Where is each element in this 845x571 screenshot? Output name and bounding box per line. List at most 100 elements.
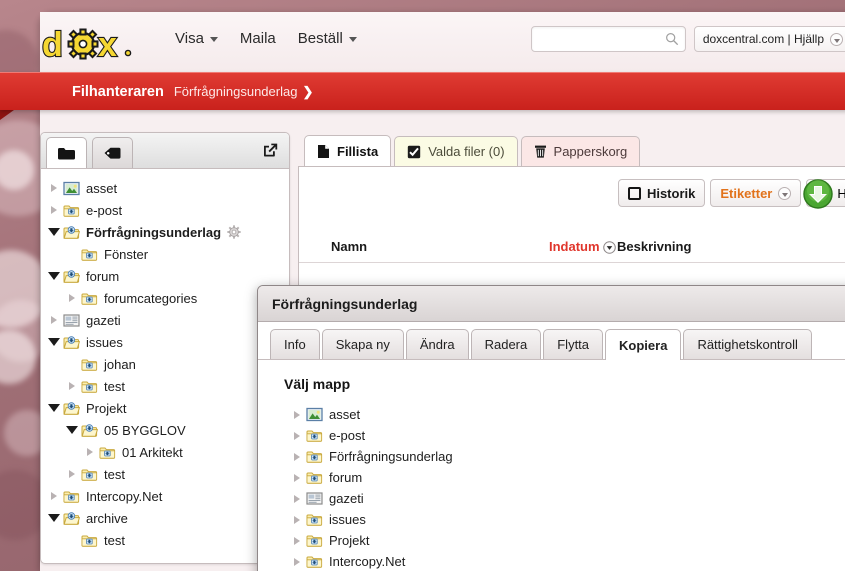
tree-node-icon bbox=[61, 489, 81, 504]
folder-settings-button[interactable] bbox=[227, 225, 241, 239]
dialog-tab-skapa-ny[interactable]: Skapa ny bbox=[321, 329, 404, 359]
tree-twisty-expanded[interactable] bbox=[47, 514, 61, 522]
tree-twisty-collapsed[interactable] bbox=[290, 494, 304, 503]
popout-button[interactable] bbox=[262, 142, 279, 164]
tree-node[interactable]: forumcategories bbox=[41, 287, 289, 309]
tree-twisty-collapsed[interactable] bbox=[65, 470, 79, 478]
collapse-arrow-icon bbox=[66, 426, 78, 434]
tree-node-label: Förfrågningsunderlag bbox=[86, 224, 222, 240]
tree-node[interactable]: Fönster bbox=[41, 243, 289, 265]
tree-node-icon bbox=[61, 225, 81, 240]
tree-twisty-expanded[interactable] bbox=[47, 228, 61, 236]
dialog-tab-kopiera[interactable]: Kopiera bbox=[605, 329, 682, 360]
dialog-tab-label: Radera bbox=[484, 337, 528, 352]
tree-twisty-expanded[interactable] bbox=[47, 272, 61, 280]
news-icon bbox=[305, 492, 323, 505]
tree-node[interactable]: archive bbox=[41, 507, 289, 529]
expand-arrow-icon bbox=[69, 382, 75, 390]
tree-twisty-expanded[interactable] bbox=[47, 404, 61, 412]
file-tab-papperskorg[interactable]: Papperskorg bbox=[520, 136, 641, 166]
folder-icon bbox=[81, 535, 97, 547]
file-tab-fillista[interactable]: Fillista bbox=[304, 135, 392, 166]
nav-item-visa[interactable]: Visa bbox=[175, 30, 218, 47]
tree-node[interactable]: issues bbox=[41, 331, 289, 353]
column-header-beskrivning[interactable]: Beskrivning bbox=[617, 239, 691, 254]
dox-logo[interactable]: d x bbox=[40, 26, 160, 64]
nav-item-bestall[interactable]: Beställ bbox=[298, 30, 357, 47]
help-button-label: doxcentral.com | Hjällp bbox=[702, 32, 824, 46]
dialog-tab-rättighetskontroll[interactable]: Rättighetskontroll bbox=[683, 329, 812, 359]
expand-arrow-icon bbox=[294, 473, 300, 482]
help-dropdown-button[interactable]: doxcentral.com | Hjällp bbox=[693, 26, 845, 52]
history-label: Historik bbox=[646, 185, 696, 201]
tree-node[interactable]: Projekt bbox=[41, 397, 289, 419]
tree-node[interactable]: gazeti bbox=[41, 309, 289, 331]
tree-node[interactable]: gazeti bbox=[284, 488, 845, 509]
tree-twisty-collapsed[interactable] bbox=[290, 410, 304, 419]
tree-twisty-collapsed[interactable] bbox=[47, 492, 61, 500]
tree-node[interactable]: Intercopy.Net bbox=[284, 551, 845, 571]
dialog-title-bar[interactable]: Förfrågningsunderlag bbox=[258, 286, 845, 322]
column-header-indatum[interactable]: Indatum bbox=[549, 239, 600, 254]
gear-icon[interactable] bbox=[227, 225, 241, 239]
tree-node[interactable]: asset bbox=[41, 177, 289, 199]
tree-node[interactable]: test bbox=[41, 375, 289, 397]
tree-node-label: e-post bbox=[86, 202, 123, 218]
tree-twisty-collapsed[interactable] bbox=[65, 294, 79, 302]
column-sort-dropdown-icon[interactable] bbox=[603, 241, 616, 257]
history-button[interactable]: Historik bbox=[617, 179, 706, 207]
search-box[interactable] bbox=[530, 26, 686, 52]
tree-twisty-expanded[interactable] bbox=[47, 338, 61, 346]
tree-twisty-collapsed[interactable] bbox=[47, 184, 61, 192]
tree-node[interactable]: test bbox=[41, 529, 289, 551]
tree-twisty-collapsed[interactable] bbox=[290, 515, 304, 524]
tree-twisty-collapsed[interactable] bbox=[83, 448, 97, 456]
tree-node[interactable]: Intercopy.Net bbox=[41, 485, 289, 507]
tree-node-label: Förfrågningsunderlag bbox=[329, 449, 453, 464]
dialog-tab-radera[interactable]: Radera bbox=[470, 329, 542, 359]
file-tab-valda-filer-0[interactable]: Valda filer (0) bbox=[394, 136, 518, 166]
labels-button[interactable]: Etiketter bbox=[710, 179, 802, 207]
tree-node[interactable]: forum bbox=[284, 467, 845, 488]
tree-node[interactable]: johan bbox=[41, 353, 289, 375]
download-arrow-icon bbox=[803, 179, 834, 209]
tree-node[interactable]: 01 Arkitekt bbox=[41, 441, 289, 463]
tree-twisty-collapsed[interactable] bbox=[47, 316, 61, 324]
tree-node[interactable]: forum bbox=[41, 265, 289, 287]
tree-node[interactable]: Förfrågningsunderlag bbox=[284, 446, 845, 467]
tree-twisty-expanded[interactable] bbox=[65, 426, 79, 434]
chevron-down-icon bbox=[348, 37, 357, 42]
breadcrumb-item[interactable]: Förfrågningsunderlag bbox=[174, 84, 298, 99]
dialog-tab-info[interactable]: Info bbox=[270, 329, 320, 359]
tree-twisty-collapsed[interactable] bbox=[290, 536, 304, 545]
tree-twisty-collapsed[interactable] bbox=[290, 452, 304, 461]
tree-node-label: Projekt bbox=[86, 400, 127, 416]
tree-node-label: Intercopy.Net bbox=[329, 554, 406, 569]
tab-folders[interactable] bbox=[46, 137, 87, 168]
column-header-namn[interactable]: Namn bbox=[331, 239, 367, 254]
dialog-body: Välj mapp asset e-post Förfrågningsunderla… bbox=[258, 360, 845, 571]
dialog-tab-label: Flytta bbox=[557, 337, 590, 352]
tree-node[interactable]: e-post bbox=[41, 199, 289, 221]
download-button[interactable]: Hä bbox=[803, 179, 845, 209]
search-input[interactable] bbox=[531, 27, 660, 51]
dialog-tab-flytta[interactable]: Flytta bbox=[543, 329, 604, 359]
tree-twisty-collapsed[interactable] bbox=[65, 382, 79, 390]
dialog-title: Förfrågningsunderlag bbox=[272, 295, 418, 312]
tree-twisty-collapsed[interactable] bbox=[47, 206, 61, 214]
nav-item-maila[interactable]: Maila bbox=[240, 30, 276, 47]
document-icon bbox=[318, 144, 329, 158]
tree-node-icon bbox=[304, 428, 324, 443]
tree-node[interactable]: 05 BYGGLOV bbox=[41, 419, 289, 441]
tree-node[interactable]: Projekt bbox=[284, 530, 845, 551]
tree-node[interactable]: e-post bbox=[284, 425, 845, 446]
tree-twisty-collapsed[interactable] bbox=[290, 473, 304, 482]
dialog-tab-ändra[interactable]: Ändra bbox=[405, 329, 469, 359]
tree-node[interactable]: test bbox=[41, 463, 289, 485]
tree-node[interactable]: issues bbox=[284, 509, 845, 530]
tree-twisty-collapsed[interactable] bbox=[290, 431, 304, 440]
tree-node[interactable]: Förfrågningsunderlag bbox=[41, 221, 289, 243]
tab-tags[interactable] bbox=[92, 137, 133, 168]
tree-twisty-collapsed[interactable] bbox=[290, 557, 304, 566]
tree-node[interactable]: asset bbox=[284, 404, 845, 425]
